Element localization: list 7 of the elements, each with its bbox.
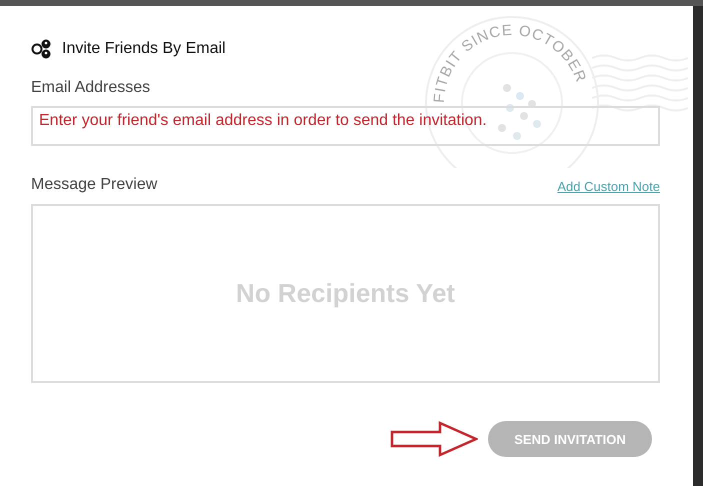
email-field[interactable]: Enter your friend's email address in order to send the invitation. [31,106,660,146]
preview-label: Message Preview [31,176,158,194]
error-message: Enter your friend's email address in order to send the invitation. [39,112,487,130]
dialog-title: Invite Friends By Email [62,40,226,58]
add-custom-note-link[interactable]: Add Custom Note [557,179,660,194]
arrow-icon [390,421,478,457]
people-icon [31,39,52,59]
